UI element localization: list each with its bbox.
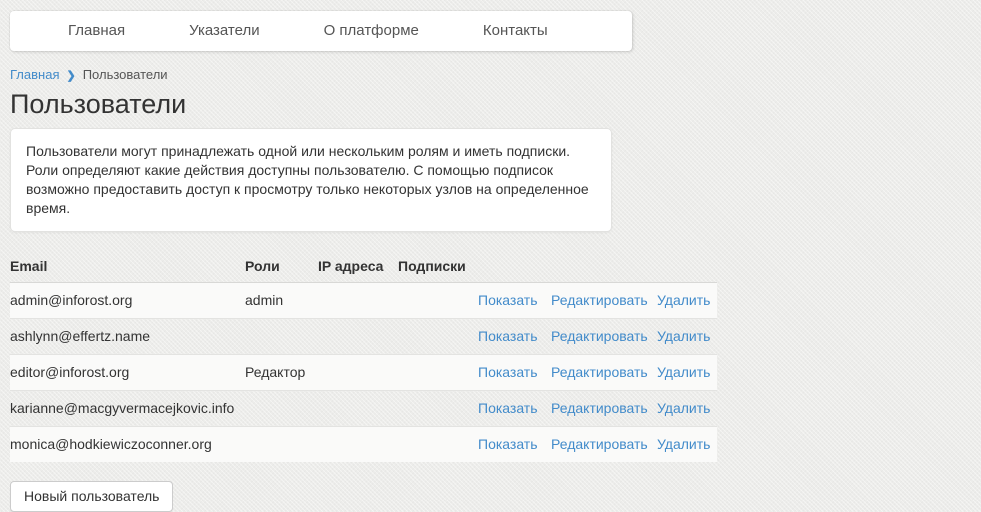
breadcrumb-chevron-icon: ❯ (66, 70, 75, 82)
breadcrumb-current: Пользователи (83, 67, 168, 82)
main-nav: Главная Указатели О платформе Контакты (10, 11, 632, 51)
nav-item-indexes: Указатели (189, 11, 260, 51)
nav-item-about: О платформе (324, 11, 419, 51)
users-table: Email Роли IP адреса Подписки admin@info… (10, 253, 717, 462)
user-roles: admin (245, 283, 318, 319)
show-link[interactable]: Показать (478, 328, 538, 344)
delete-link[interactable]: Удалить (657, 292, 710, 308)
header-actions-spacer (551, 253, 657, 283)
edit-link[interactable]: Редактировать (551, 436, 648, 452)
nav-link-home[interactable]: Главная (68, 11, 125, 51)
edit-link[interactable]: Редактировать (551, 400, 648, 416)
nav-item-contacts: Контакты (483, 11, 548, 51)
edit-link[interactable]: Редактировать (551, 292, 648, 308)
info-box: Пользователи могут принадлежать одной ил… (10, 128, 612, 232)
delete-link[interactable]: Удалить (657, 328, 710, 344)
header-actions-spacer (657, 253, 717, 283)
user-email: karianne@macgyvermacejkovic.info (10, 391, 245, 427)
show-link[interactable]: Показать (478, 364, 538, 380)
user-roles: Редактор (245, 355, 318, 391)
table-row: editor@inforost.org Редактор Показать Ре… (10, 355, 717, 391)
user-roles (245, 427, 318, 463)
user-subscriptions (398, 319, 478, 355)
user-email: ashlynn@effertz.name (10, 319, 245, 355)
header-actions-spacer (478, 253, 551, 283)
page-container: Главная Указатели О платформе Контакты Г… (0, 0, 981, 512)
breadcrumb: Главная ❯ Пользователи (10, 66, 971, 84)
user-email: admin@inforost.org (10, 283, 245, 319)
breadcrumb-home-link[interactable]: Главная (10, 67, 59, 82)
edit-link[interactable]: Редактировать (551, 364, 648, 380)
users-table-header: Email Роли IP адреса Подписки (10, 253, 717, 283)
user-subscriptions (398, 427, 478, 463)
user-subscriptions (398, 283, 478, 319)
delete-link[interactable]: Удалить (657, 364, 710, 380)
page-title: Пользователи (10, 89, 971, 119)
user-roles (245, 319, 318, 355)
edit-link[interactable]: Редактировать (551, 328, 648, 344)
user-subscriptions (398, 355, 478, 391)
header-subscriptions: Подписки (398, 253, 478, 283)
user-ip (318, 427, 398, 463)
user-ip (318, 391, 398, 427)
nav-link-about[interactable]: О платформе (324, 11, 419, 51)
nav-link-contacts[interactable]: Контакты (483, 11, 548, 51)
new-user-button[interactable]: Новый пользователь (10, 481, 173, 512)
user-subscriptions (398, 391, 478, 427)
nav-link-indexes[interactable]: Указатели (189, 11, 260, 51)
nav-list: Главная Указатели О платформе Контакты (10, 11, 632, 51)
table-row: admin@inforost.org admin Показать Редакт… (10, 283, 717, 319)
user-roles (245, 391, 318, 427)
header-email: Email (10, 253, 245, 283)
show-link[interactable]: Показать (478, 436, 538, 452)
header-roles: Роли (245, 253, 318, 283)
delete-link[interactable]: Удалить (657, 436, 710, 452)
info-text: Пользователи могут принадлежать одной ил… (26, 142, 591, 218)
user-ip (318, 319, 398, 355)
table-row: monica@hodkiewiczoconner.org Показать Ре… (10, 427, 717, 463)
table-row: ashlynn@effertz.name Показать Редактиров… (10, 319, 717, 355)
user-ip (318, 355, 398, 391)
delete-link[interactable]: Удалить (657, 400, 710, 416)
show-link[interactable]: Показать (478, 292, 538, 308)
nav-item-home: Главная (68, 11, 125, 51)
table-row: karianne@macgyvermacejkovic.info Показат… (10, 391, 717, 427)
header-ip: IP адреса (318, 253, 398, 283)
user-ip (318, 283, 398, 319)
user-email: editor@inforost.org (10, 355, 245, 391)
show-link[interactable]: Показать (478, 400, 538, 416)
user-email: monica@hodkiewiczoconner.org (10, 427, 245, 463)
